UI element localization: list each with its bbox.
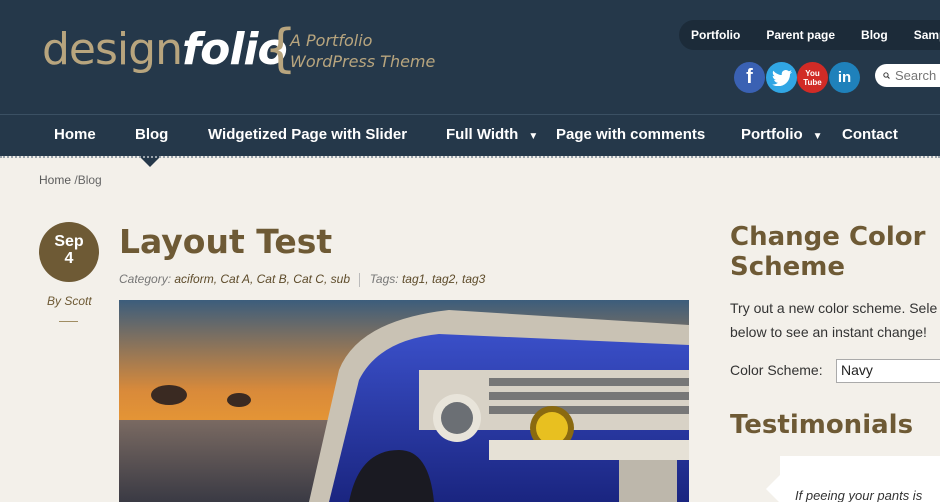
site-tagline: A Portfolio WordPress Theme	[290, 30, 435, 72]
youtube-icon[interactable]: You Tube	[797, 62, 828, 93]
color-scheme-select[interactable]: Navy	[836, 359, 940, 383]
post-day: 4	[64, 250, 74, 267]
nav-contact-label: Contact	[842, 126, 898, 143]
nav-full-width-label: Full Width	[446, 126, 519, 143]
top-menu-blog[interactable]: Blog	[861, 28, 888, 42]
color-scheme-text-line-2: below to see an instant change!	[730, 324, 927, 340]
youtube-icon-label: You Tube	[803, 68, 822, 87]
site-logo[interactable]: designfolio	[42, 24, 288, 76]
facebook-icon[interactable]: f	[734, 62, 765, 93]
logo-design-text: design	[42, 24, 183, 75]
nav-blog-label: Blog	[135, 126, 169, 143]
color-scheme-label: Color Scheme:	[730, 362, 823, 378]
category-label: Category:	[119, 272, 172, 286]
breadcrumb-current: Blog	[77, 173, 102, 187]
color-scheme-text-line-1: Try out a new color scheme. Sele	[730, 300, 938, 316]
post-month: Sep	[54, 233, 84, 250]
post-meta: Category: aciform, Cat A, Cat B, Cat C, …	[119, 272, 485, 287]
truck-photo	[119, 300, 689, 502]
nav-contact[interactable]: Contact	[842, 126, 898, 143]
nav-home[interactable]: Home	[54, 126, 96, 143]
chevron-down-icon: ▼	[528, 131, 539, 142]
post-tags[interactable]: tag1, tag2, tag3	[402, 272, 485, 286]
twitter-icon[interactable]	[766, 62, 797, 93]
post-author[interactable]: By Scott	[47, 294, 92, 308]
nav-full-width[interactable]: Full Width ▼	[446, 126, 538, 143]
post-title[interactable]: Layout Test	[119, 222, 332, 261]
tags-label: Tags:	[369, 272, 399, 286]
breadcrumb: Home /Blog	[39, 173, 102, 187]
chevron-down-icon: ▼	[812, 131, 823, 142]
nav-widgetized-label: Widgetized Page with Slider	[208, 126, 408, 143]
author-divider	[59, 321, 78, 322]
nav-home-label: Home	[54, 126, 96, 143]
nav-blog[interactable]: Blog	[135, 126, 168, 143]
top-menu-sample[interactable]: Samp	[914, 28, 940, 42]
featured-image[interactable]	[119, 300, 689, 502]
meta-separator	[359, 272, 361, 287]
top-menu-portfolio[interactable]: Portfolio	[691, 28, 740, 42]
post-categories[interactable]: aciform, Cat A, Cat B, Cat C, sub	[174, 272, 350, 286]
search-box	[875, 64, 940, 87]
testimonials-title: Testimonials	[730, 410, 914, 440]
site-header: designfolio { A Portfolio WordPress Them…	[0, 0, 940, 114]
nav-divider	[0, 156, 940, 159]
linkedin-icon[interactable]: in	[829, 62, 860, 93]
post-date-badge: Sep 4	[39, 222, 99, 282]
color-scheme-title-line-2: Scheme	[730, 252, 846, 282]
color-scheme-description: Try out a new color scheme. Sele below t…	[730, 296, 937, 344]
nav-comments-label: Page with comments	[556, 126, 706, 143]
nav-portfolio[interactable]: Portfolio ▼	[741, 126, 823, 143]
search-input[interactable]	[895, 68, 940, 83]
top-menu: Portfolio Parent page Blog Samp	[679, 20, 940, 50]
color-scheme-title-line-1: Change Color	[730, 222, 926, 252]
testimonial-arrow	[766, 475, 780, 502]
tagline-line-1: A Portfolio	[290, 31, 373, 50]
twitter-bird-icon	[771, 69, 792, 86]
nav-widgetized-page[interactable]: Widgetized Page with Slider	[208, 126, 407, 143]
tagline-line-2: WordPress Theme	[290, 52, 436, 71]
color-scheme-title: Change Color Scheme	[730, 222, 925, 282]
top-menu-parent-page[interactable]: Parent page	[766, 28, 835, 42]
testimonial-quote: If peeing your pants is	[795, 488, 923, 502]
breadcrumb-home[interactable]: Home	[39, 173, 71, 187]
nav-page-with-comments[interactable]: Page with comments	[556, 126, 705, 143]
search-icon[interactable]	[883, 69, 890, 82]
main-navigation: Home Blog Widgetized Page with Slider Fu…	[0, 114, 940, 156]
nav-portfolio-label: Portfolio	[741, 126, 803, 143]
